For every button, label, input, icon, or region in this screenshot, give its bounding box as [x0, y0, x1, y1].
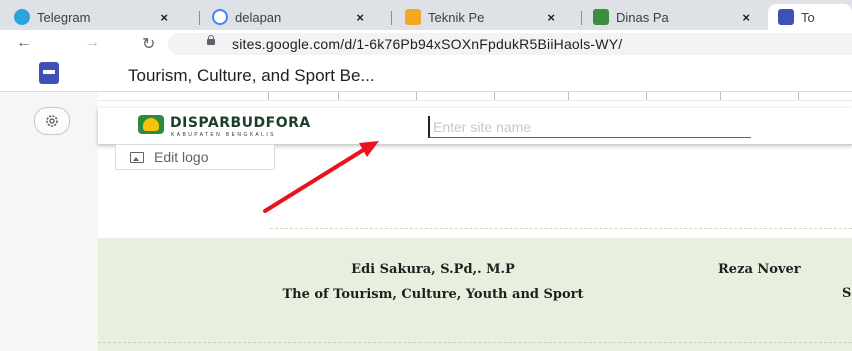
tab-separator: [391, 11, 392, 25]
image-icon: [130, 151, 144, 163]
site-name-input[interactable]: [428, 116, 751, 138]
tab-separator: [581, 11, 582, 25]
section-divider: [270, 228, 852, 229]
reload-icon[interactable]: ↻: [142, 34, 155, 54]
lock-icon: [207, 35, 215, 45]
person-role: S: [842, 286, 852, 301]
ruler-tick: [646, 92, 647, 100]
sites-app-bar: Tourism, Culture, and Sport Be...: [0, 58, 852, 92]
ruler-tick: [268, 92, 269, 100]
section-divider: [98, 342, 852, 343]
annotation-arrow: [263, 141, 379, 213]
site-header: DISPARBUDFORA KABUPATEN BENGKALIS: [98, 108, 852, 145]
edit-logo-label: Edit logo: [154, 149, 209, 165]
back-arrow-icon[interactable]: ←: [16, 34, 32, 52]
ruler-tick: [494, 92, 495, 100]
dinas-logo-icon: [593, 9, 609, 25]
tab-sites-active[interactable]: To: [768, 4, 852, 30]
address-bar-row: ← → ↻ sites.google.com/d/1-6k76Pb94xSOXn…: [0, 30, 852, 58]
edit-logo-button[interactable]: Edit logo: [115, 144, 275, 170]
ruler-tick: [568, 92, 569, 100]
google-icon: [212, 9, 228, 25]
ruler: [98, 92, 852, 101]
google-sites-logo-icon[interactable]: [39, 62, 59, 84]
tab-separator: [199, 11, 200, 25]
tab-title: To: [801, 9, 815, 25]
gear-icon: [46, 115, 58, 127]
blogger-icon: [405, 9, 421, 25]
browser-tab-strip: Telegram × delapan × Teknik Pe × Dinas P…: [0, 0, 852, 30]
emblem-icon: [138, 115, 164, 134]
tab-close-icon[interactable]: ×: [742, 10, 750, 25]
content-section: Edi Sakura, S.Pd,. M.P The of Tourism, C…: [98, 238, 852, 351]
tab-telegram[interactable]: Telegram ×: [14, 4, 176, 30]
url-text: sites.google.com/d/1-6k76Pb94xSOXnFpdukR…: [232, 36, 623, 52]
document-title[interactable]: Tourism, Culture, and Sport Be...: [128, 66, 375, 86]
tab-close-icon[interactable]: ×: [356, 10, 364, 25]
person-role: The of Tourism, Culture, Youth and Sport: [282, 287, 584, 302]
settings-button[interactable]: [34, 107, 70, 135]
omnibox[interactable]: sites.google.com/d/1-6k76Pb94xSOXnFpdukR…: [168, 33, 852, 55]
tab-title: Dinas Pa: [616, 9, 669, 25]
telegram-icon: [14, 9, 30, 25]
tab-google[interactable]: delapan ×: [212, 4, 372, 30]
tab-title: Telegram: [37, 9, 91, 25]
ruler-tick: [720, 92, 721, 100]
sites-icon: [778, 9, 794, 25]
forward-arrow-icon[interactable]: →: [84, 34, 100, 52]
person-name: Reza Nover: [718, 262, 801, 277]
logo-text: DISPARBUDFORA: [170, 115, 311, 131]
tab-close-icon[interactable]: ×: [547, 10, 555, 25]
tab-dinas[interactable]: Dinas Pa ×: [593, 4, 758, 30]
ruler-tick: [416, 92, 417, 100]
tab-title: Teknik Pe: [428, 9, 485, 25]
ruler-tick: [798, 92, 799, 100]
tab-title: delapan: [235, 9, 282, 25]
tab-close-icon[interactable]: ×: [160, 10, 168, 25]
ruler-tick: [338, 92, 339, 100]
person-name: Edi Sakura, S.Pd,. M.P: [351, 262, 515, 277]
tab-teknik[interactable]: Teknik Pe ×: [405, 4, 563, 30]
